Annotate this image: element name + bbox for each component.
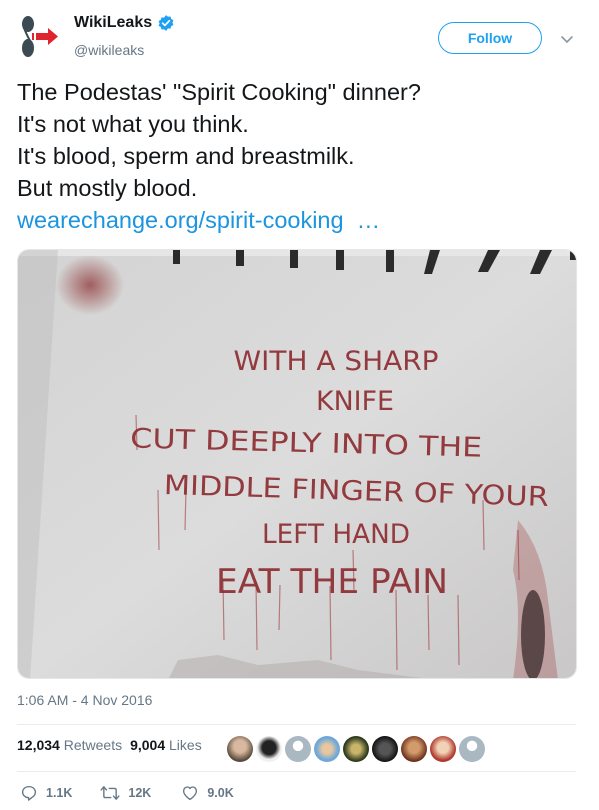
retweets-label: Retweets xyxy=(63,737,123,753)
likes-stat[interactable]: 9,004 Likes xyxy=(130,737,202,753)
engagement-stats: 12,034 Retweets 9,004 Likes xyxy=(17,737,202,753)
retweet-button[interactable]: 12K xyxy=(100,784,151,802)
likes-count: 9,004 xyxy=(130,737,166,753)
liker-avatar[interactable] xyxy=(430,736,456,762)
tweet-line: It's not what you think. xyxy=(17,111,249,137)
wall-painting-image: WITH A SHARP KNIFE CUT DEEPLY INTO THE M… xyxy=(18,250,576,678)
tweet-timestamp[interactable]: 1:06 AM - 4 Nov 2016 xyxy=(17,692,152,708)
link-ellipsis[interactable]: … xyxy=(344,207,381,233)
painted-text-line: KNIFE xyxy=(316,386,394,417)
verified-badge-icon xyxy=(158,15,174,31)
retweet-count: 12K xyxy=(128,786,152,800)
liker-avatars xyxy=(227,736,485,762)
liker-avatar[interactable] xyxy=(256,736,282,762)
retweets-stat[interactable]: 12,034 Retweets xyxy=(17,737,122,753)
like-button[interactable]: 9.0K xyxy=(181,784,234,802)
liker-avatar[interactable] xyxy=(227,736,253,762)
liker-avatar[interactable] xyxy=(314,736,340,762)
reply-icon xyxy=(21,785,37,801)
divider xyxy=(17,724,576,725)
liker-avatar[interactable] xyxy=(401,736,427,762)
tweet-line: It's blood, sperm and breastmilk. xyxy=(17,143,355,169)
tweet-header: WikiLeaks @wikileaks Follow xyxy=(0,0,599,70)
retweet-icon xyxy=(100,786,120,800)
wikileaks-avatar[interactable] xyxy=(14,14,60,60)
likes-label: Likes xyxy=(169,737,202,753)
tweet-media-photo[interactable]: WITH A SHARP KNIFE CUT DEEPLY INTO THE M… xyxy=(17,249,577,679)
tweet-text: The Podestas' "Spirit Cooking" dinner? I… xyxy=(17,76,582,236)
painted-text-line: LEFT HAND xyxy=(262,519,410,550)
follow-button[interactable]: Follow xyxy=(438,22,542,54)
display-name[interactable]: WikiLeaks xyxy=(74,14,152,32)
like-count: 9.0K xyxy=(207,786,234,800)
liker-avatar[interactable] xyxy=(285,736,311,762)
reply-count: 1.1K xyxy=(46,786,73,800)
retweets-count: 12,034 xyxy=(17,737,60,753)
chevron-down-icon[interactable] xyxy=(558,30,576,48)
reply-button[interactable]: 1.1K xyxy=(20,784,72,802)
liker-avatar[interactable] xyxy=(372,736,398,762)
tweet-line: The Podestas' "Spirit Cooking" dinner? xyxy=(17,79,421,105)
tweet-line: But mostly blood. xyxy=(17,175,198,201)
tweet-link[interactable]: wearechange.org/spirit-cooking xyxy=(17,207,344,233)
heart-icon xyxy=(183,786,198,801)
painted-text-line: EAT THE PAIN xyxy=(216,562,448,602)
painted-text-line: WITH A SHARP xyxy=(234,346,439,377)
tweet-actions: 1.1K 12K 9.0K xyxy=(17,784,234,802)
liker-avatar[interactable] xyxy=(459,736,485,762)
divider xyxy=(17,771,576,772)
liker-avatar[interactable] xyxy=(343,736,369,762)
user-handle[interactable]: @wikileaks xyxy=(74,42,144,58)
